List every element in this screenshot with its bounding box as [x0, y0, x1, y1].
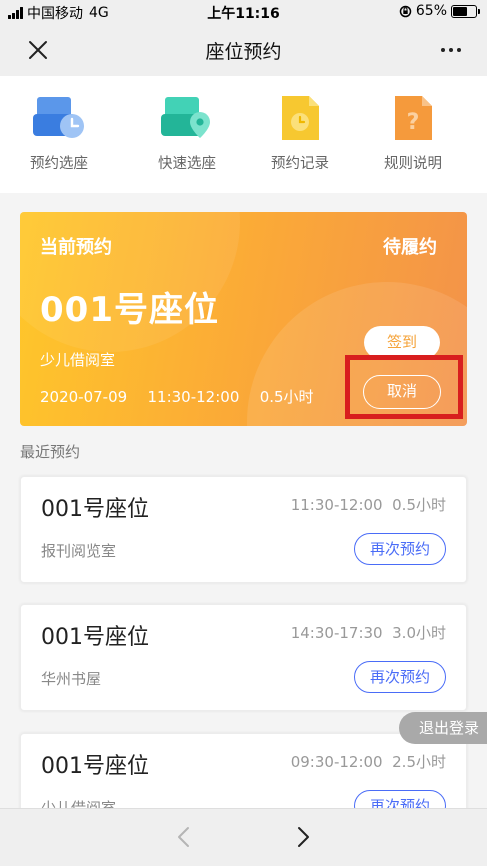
- duration: 3.0小时: [392, 624, 446, 642]
- quick-seat-icon: [161, 97, 210, 138]
- current-duration: 0.5小时: [259, 388, 314, 406]
- battery-percent: 65%: [415, 3, 447, 19]
- bottom-nav-bar: [0, 808, 487, 866]
- quick-action-label: 预约选座: [30, 156, 88, 172]
- current-seat: 001号座位: [40, 290, 219, 330]
- current-time: 2020-07-09 11:30-12:00 0.5小时: [40, 386, 314, 407]
- quick-action-label: 规则说明: [384, 156, 442, 172]
- duration: 2.5小时: [392, 753, 446, 771]
- quick-action-label: 预约记录: [271, 156, 329, 172]
- seat-label: 001号座位: [41, 625, 149, 650]
- quick-action-reserve-seat[interactable]: 预约选座: [2, 94, 116, 173]
- rebook-button[interactable]: 再次预约: [354, 661, 446, 693]
- duration: 0.5小时: [392, 496, 446, 514]
- quick-action-rules[interactable]: ? 规则说明: [356, 94, 470, 173]
- time-range: 11:30-12:00: [290, 496, 383, 514]
- logout-button[interactable]: 退出登录: [399, 712, 487, 744]
- room-label: 华州书屋: [41, 670, 102, 688]
- chevron-right-icon[interactable]: [293, 825, 313, 849]
- seat-label: 001号座位: [41, 754, 149, 779]
- current-room: 少儿借阅室: [40, 351, 116, 369]
- list-item: 001号座位 14:30-17:30 3.0小时 华州书屋 再次预约: [20, 604, 467, 711]
- current-date: 2020-07-09: [40, 388, 128, 406]
- room-label: 报刊阅览室: [41, 542, 117, 560]
- nav-bar: 座位预约: [0, 24, 487, 76]
- quick-action-label: 快速选座: [158, 156, 216, 172]
- rules-icon: ?: [395, 96, 432, 140]
- seat-label: 001号座位: [41, 497, 149, 522]
- rebook-button[interactable]: 再次预约: [354, 533, 446, 565]
- time-range: 09:30-12:00: [290, 753, 383, 771]
- battery-icon: [451, 4, 480, 18]
- current-heading: 当前预约: [40, 237, 112, 258]
- list-item: 001号座位 11:30-12:00 0.5小时 报刊阅览室 再次预约: [20, 476, 467, 583]
- record-icon: [282, 96, 319, 140]
- reserve-seat-icon: [33, 97, 84, 138]
- more-icon[interactable]: [441, 48, 461, 52]
- chevron-left-icon[interactable]: [174, 825, 194, 849]
- quick-action-records[interactable]: 预约记录: [243, 94, 357, 173]
- status-badge: 待履约: [383, 237, 437, 258]
- quick-action-quick-seat[interactable]: 快速选座: [130, 94, 244, 173]
- status-bar: 中国移动 4G 上午11:16 65%: [0, 0, 487, 24]
- svg-text:?: ?: [407, 110, 420, 135]
- time-range: 14:30-17:30: [290, 624, 383, 642]
- recent-title: 最近预约: [20, 443, 81, 461]
- current-time-range: 11:30-12:00: [147, 388, 240, 406]
- highlight-annotation: [345, 355, 463, 419]
- quick-actions: 预约选座 快速选座 预约记录 ? 规则说明: [0, 76, 487, 193]
- time-info: 09:30-12:00 2.5小时: [291, 751, 446, 772]
- time-info: 11:30-12:00 0.5小时: [291, 494, 446, 515]
- status-right: 65%: [399, 3, 480, 19]
- rotation-lock-icon: [399, 5, 412, 17]
- time-info: 14:30-17:30 3.0小时: [291, 622, 446, 643]
- page-title: 座位预约: [205, 41, 282, 63]
